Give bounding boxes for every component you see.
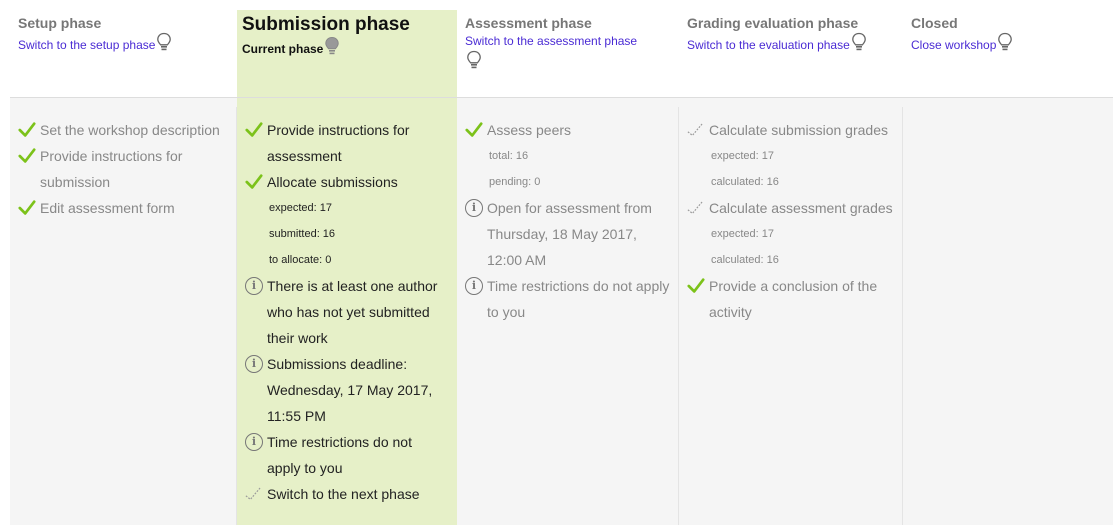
header-divider bbox=[10, 97, 1113, 98]
detail-pending: pending: 0 bbox=[489, 176, 541, 188]
phase-column-assessment: Assessment phase Switch to the assessmen… bbox=[457, 10, 679, 525]
phase-title-submission: Submission phase bbox=[242, 14, 410, 35]
info-icon: i bbox=[245, 351, 267, 377]
check-icon bbox=[18, 195, 40, 221]
phase-header-assessment: Assessment phase Switch to the assessmen… bbox=[457, 10, 679, 98]
check-icon bbox=[18, 117, 40, 143]
phase-tasks-closed bbox=[903, 107, 1113, 525]
phase-column-submission: Submission phase Current phase Provide i… bbox=[237, 10, 457, 525]
phase-header-closed: Closed Close workshop bbox=[903, 10, 1113, 98]
phase-tasks-assessment: Assess peers total: 16 pending: 0 i Open … bbox=[457, 107, 679, 525]
info-time-restrictions: i Time restrictions do not apply to you bbox=[245, 429, 449, 481]
phase-column-grading: Grading evaluation phase Switch to the e… bbox=[679, 10, 903, 525]
phase-tasks-setup: Set the workshop description Provide ins… bbox=[10, 107, 237, 525]
info-icon: i bbox=[465, 273, 487, 299]
info-icon: i bbox=[245, 429, 267, 455]
detail-submitted: submitted: 16 bbox=[269, 228, 336, 240]
detail-expected: expected: 17 bbox=[711, 228, 774, 240]
task-instructions-submission: Provide instructions for submission bbox=[18, 143, 228, 195]
phase-title-closed: Closed bbox=[911, 15, 958, 31]
lightbulb-icon bbox=[324, 36, 340, 61]
todo-check-icon bbox=[245, 481, 267, 507]
check-icon bbox=[687, 273, 709, 299]
phase-header-grading: Grading evaluation phase Switch to the e… bbox=[679, 10, 903, 98]
task-edit-assessment-form: Edit assessment form bbox=[18, 195, 228, 221]
info-open-for-assessment: i Open for assessment from Thursday, 18 M… bbox=[465, 195, 670, 273]
info-unsubmitted-authors: i There is at least one author who has no… bbox=[245, 273, 449, 351]
phase-tasks-grading: Calculate submission grades expected: 17… bbox=[679, 107, 903, 525]
check-icon bbox=[245, 169, 267, 195]
switch-to-setup-link[interactable]: Switch to the setup phase bbox=[18, 38, 155, 52]
detail-calculated: calculated: 16 bbox=[711, 254, 779, 266]
close-workshop-link[interactable]: Close workshop bbox=[911, 38, 996, 52]
todo-check-icon bbox=[687, 195, 709, 221]
info-icon: i bbox=[245, 273, 267, 299]
detail-total: total: 16 bbox=[489, 150, 529, 162]
info-time-restrictions: i Time restrictions do not apply to you bbox=[465, 273, 670, 325]
task-assess-peers: Assess peers bbox=[465, 117, 670, 143]
phase-header-setup: Setup phase Switch to the setup phase bbox=[10, 10, 237, 98]
current-phase-label: Current phase bbox=[242, 42, 324, 56]
phase-header-submission: Submission phase Current phase bbox=[237, 10, 457, 98]
switch-to-evaluation-link[interactable]: Switch to the evaluation phase bbox=[687, 38, 850, 52]
detail-calculated: calculated: 16 bbox=[711, 176, 779, 188]
check-icon bbox=[18, 143, 40, 169]
task-set-description: Set the workshop description bbox=[18, 117, 228, 143]
phase-title-setup: Setup phase bbox=[18, 15, 102, 31]
phase-column-closed: Closed Close workshop bbox=[903, 10, 1113, 525]
task-instructions-assessment: Provide instructions for assessment bbox=[245, 117, 449, 169]
detail-expected: expected: 17 bbox=[711, 150, 774, 162]
todo-check-icon bbox=[687, 117, 709, 143]
task-provide-conclusion: Provide a conclusion of the activity bbox=[687, 273, 894, 325]
phase-title-assessment: Assessment phase bbox=[465, 15, 592, 31]
lightbulb-icon[interactable] bbox=[156, 32, 172, 57]
info-icon: i bbox=[465, 195, 487, 221]
check-icon bbox=[245, 117, 267, 143]
detail-expected: expected: 17 bbox=[269, 202, 332, 214]
task-calc-assessment-grades: Calculate assessment grades bbox=[687, 195, 894, 221]
lightbulb-icon[interactable] bbox=[997, 32, 1013, 57]
detail-to-allocate: to allocate: 0 bbox=[269, 254, 332, 266]
task-switch-next-phase: Switch to the next phase bbox=[245, 481, 449, 507]
switch-to-assessment-link[interactable]: Switch to the assessment phase bbox=[465, 34, 637, 48]
task-calc-submission-grades: Calculate submission grades bbox=[687, 117, 894, 143]
lightbulb-icon[interactable] bbox=[466, 50, 482, 75]
phase-tasks-submission: Provide instructions for assessment Allo… bbox=[237, 107, 457, 525]
info-submissions-deadline: i Submissions deadline: Wednesday, 17 May… bbox=[245, 351, 449, 429]
check-icon bbox=[465, 117, 487, 143]
phase-title-grading: Grading evaluation phase bbox=[687, 15, 859, 31]
lightbulb-icon[interactable] bbox=[851, 32, 867, 57]
task-allocate-submissions: Allocate submissions bbox=[245, 169, 449, 195]
phase-column-setup: Setup phase Switch to the setup phase Se… bbox=[10, 10, 237, 525]
